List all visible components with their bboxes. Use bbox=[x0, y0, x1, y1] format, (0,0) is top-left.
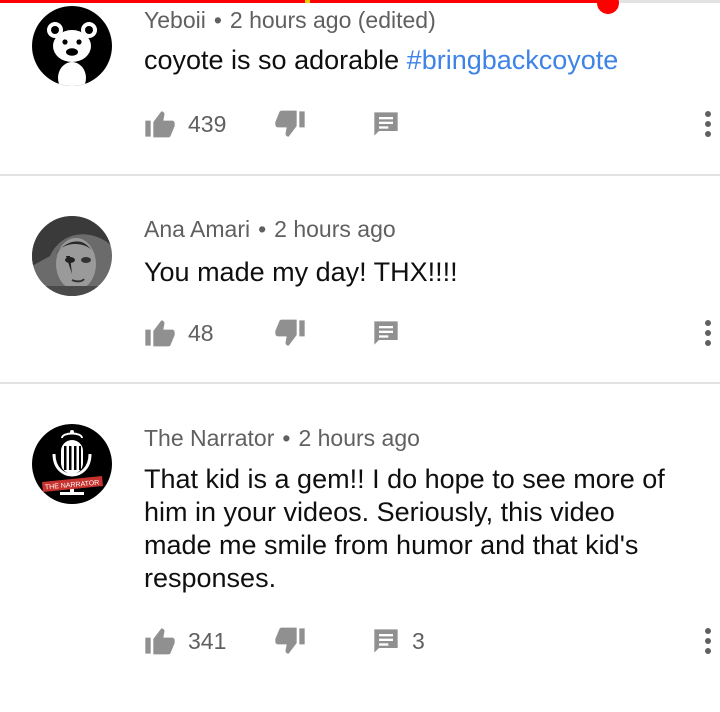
microphone-avatar-icon[interactable]: THE NARRATOR bbox=[32, 424, 112, 504]
comment-timestamp[interactable]: 2 hours ago bbox=[298, 425, 419, 451]
thumbs-down-icon bbox=[275, 319, 305, 346]
comment-actions: 48 bbox=[144, 315, 711, 351]
reply-button[interactable] bbox=[372, 315, 412, 351]
comment-author[interactable]: Yeboii bbox=[144, 7, 206, 33]
vertical-dots-icon bbox=[705, 111, 711, 137]
reply-count: 3 bbox=[412, 627, 425, 654]
comment-author[interactable]: The Narrator bbox=[144, 425, 274, 451]
like-count: 341 bbox=[188, 627, 227, 654]
comment-meta: Ana Amari • 2 hours ago bbox=[144, 216, 396, 243]
comment-actions: 439 bbox=[144, 106, 711, 142]
more-options-button[interactable] bbox=[696, 106, 720, 142]
meta-separator: • bbox=[282, 425, 291, 451]
meta-separator: • bbox=[258, 216, 267, 242]
comment-timestamp[interactable]: 2 hours ago bbox=[274, 216, 395, 242]
comment-actions: 341 3 bbox=[144, 623, 711, 659]
meta-separator: • bbox=[213, 7, 222, 33]
comment-item: THE NARRATOR The Narrator • 2 hours ago Th… bbox=[0, 384, 720, 712]
like-count: 439 bbox=[188, 110, 227, 137]
comment-text: coyote is so adorable #bringbackcoyote bbox=[144, 44, 684, 77]
dislike-button[interactable] bbox=[274, 315, 306, 351]
bear-avatar-icon[interactable] bbox=[32, 6, 112, 86]
thumbs-up-icon bbox=[145, 628, 175, 655]
dislike-button[interactable] bbox=[274, 623, 306, 659]
thumbs-down-icon bbox=[275, 627, 305, 654]
comment-text: You made my day! THX!!!! bbox=[144, 257, 458, 287]
thumbs-down-icon bbox=[275, 110, 305, 137]
reply-button[interactable]: 3 bbox=[372, 623, 425, 659]
vertical-dots-icon bbox=[705, 628, 711, 654]
like-button[interactable]: 439 bbox=[144, 106, 226, 142]
comment-text: That kid is a gem!! I do hope to see mor… bbox=[144, 464, 665, 593]
comment-body: coyote is so adorable bbox=[144, 45, 407, 75]
comment-meta: The Narrator • 2 hours ago bbox=[144, 425, 420, 452]
like-button[interactable]: 341 bbox=[144, 623, 226, 659]
comment-meta: Yeboii • 2 hours ago (edited) bbox=[144, 7, 436, 34]
dislike-button[interactable] bbox=[274, 106, 306, 142]
comment-item: Ana Amari • 2 hours ago You made my day! T… bbox=[0, 176, 720, 384]
more-options-button[interactable] bbox=[696, 315, 720, 351]
reply-comment-icon bbox=[374, 629, 398, 653]
comment-item: Yeboii • 2 hours ago (edited) coyote is so… bbox=[0, 0, 720, 176]
reply-button[interactable] bbox=[372, 106, 412, 142]
reply-comment-icon bbox=[374, 321, 398, 345]
hashtag-link[interactable]: #bringbackcoyote bbox=[407, 45, 619, 75]
like-count: 48 bbox=[188, 319, 214, 346]
thumbs-up-icon bbox=[145, 320, 175, 347]
vertical-dots-icon bbox=[705, 320, 711, 346]
comment-author[interactable]: Ana Amari bbox=[144, 216, 250, 242]
thumbs-up-icon bbox=[145, 111, 175, 138]
comment-timestamp[interactable]: 2 hours ago (edited) bbox=[230, 7, 436, 33]
portrait-avatar-icon[interactable] bbox=[32, 216, 112, 296]
more-options-button[interactable] bbox=[696, 623, 720, 659]
like-button[interactable]: 48 bbox=[144, 315, 214, 351]
reply-comment-icon bbox=[374, 112, 398, 136]
